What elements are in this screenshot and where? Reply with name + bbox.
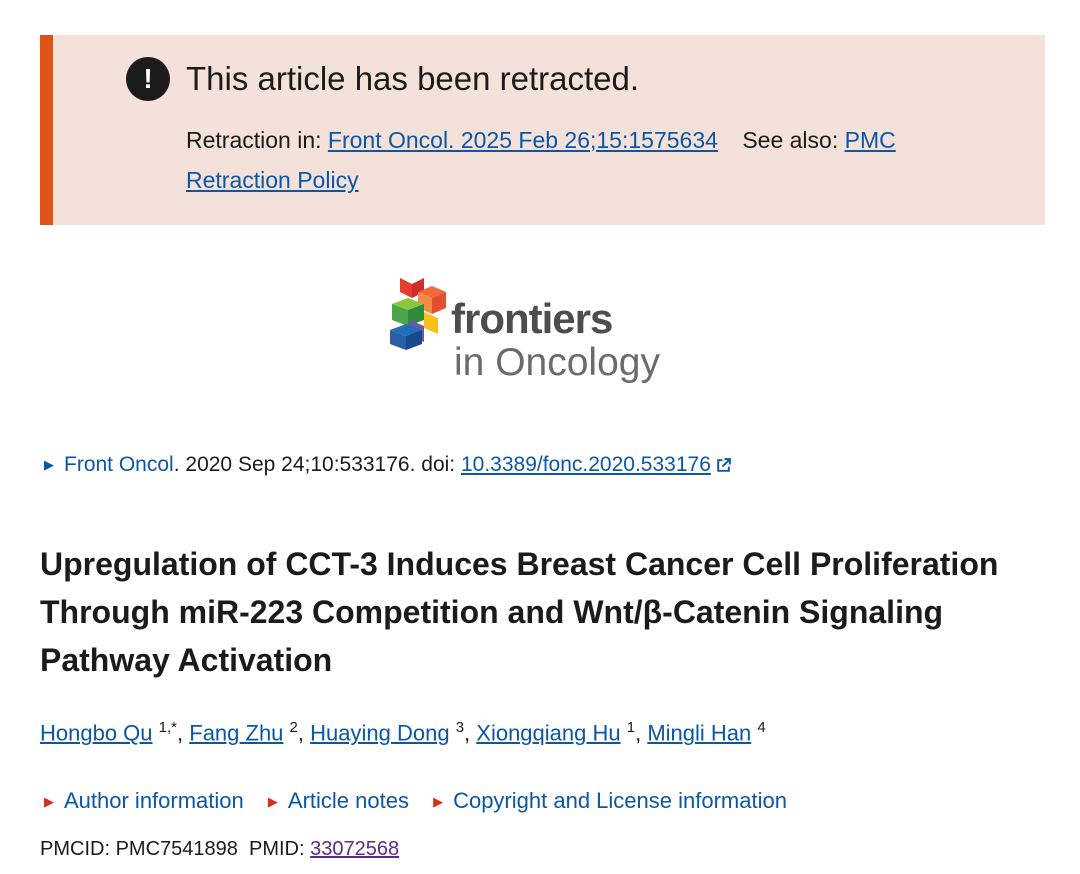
pmid-label: PMID: [249, 838, 305, 860]
retraction-banner: ! This article has been retracted. Retra… [40, 35, 1045, 225]
pmc-retraction-policy-link-cont[interactable]: Retraction Policy [186, 167, 359, 193]
logo-oncology: in Oncology [454, 341, 660, 384]
affiliation-marker: 1,* [158, 719, 178, 736]
author-link[interactable]: Mingli Han [647, 720, 751, 745]
expand-triangle-icon: ▶ [433, 794, 444, 809]
affiliation-marker: 1 [626, 719, 636, 736]
logo-frontiers: frontiers [451, 295, 613, 342]
pmcid-label: PMCID: [40, 838, 110, 860]
expand-triangle-icon[interactable]: ▶ [44, 457, 54, 472]
journal-link[interactable]: Front Oncol [64, 453, 174, 476]
author-list: Hongbo Qu 1,*, Fang Zhu 2, Huaying Dong … [40, 719, 766, 746]
author-link[interactable]: Huaying Dong [310, 720, 449, 745]
exclamation-icon: ! [126, 57, 170, 101]
copyright-license-toggle[interactable]: ▶ Copyright and License information [433, 786, 787, 819]
retraction-notice-link[interactable]: Front Oncol. 2025 Feb 26;15:1575634 [328, 127, 718, 153]
article-ids: PMCID: PMC7541898 PMID: 33072568 [40, 834, 399, 864]
frontiers-cubes-icon [390, 278, 446, 350]
pmid-link[interactable]: 33072568 [310, 838, 399, 860]
external-link-icon[interactable] [715, 457, 732, 474]
expand-triangle-icon: ▶ [44, 794, 54, 809]
author-link[interactable]: Hongbo Qu [40, 720, 153, 745]
article-notes-toggle[interactable]: ▶ Article notes [268, 786, 409, 819]
retraction-notice: Retraction in: Front Oncol. 2025 Feb 26;… [186, 124, 896, 156]
affiliation-marker: 2 [289, 719, 298, 736]
affiliation-marker: 4 [757, 719, 766, 736]
pmc-retraction-policy-link[interactable]: PMC [845, 127, 896, 153]
pmcid-value: PMC7541898 [115, 838, 238, 860]
retraction-label: Retraction in: [186, 127, 322, 153]
author-link[interactable]: Xiongqiang Hu [476, 720, 620, 745]
journal-logo[interactable]: frontiers in Oncology [388, 275, 698, 390]
citation-line: ▶ Front Oncol. 2020 Sep 24;10:533176. doi… [44, 450, 732, 482]
article-info-toggles: ▶ Author information ▶ Article notes ▶ Copy… [44, 786, 805, 819]
author-link[interactable]: Fang Zhu [189, 720, 283, 745]
affiliation-marker: 3 [455, 719, 465, 736]
retraction-title: This article has been retracted. [186, 60, 640, 97]
author-information-toggle[interactable]: ▶ Author information [44, 786, 244, 819]
article-title: Upregulation of CCT-3 Induces Breast Can… [40, 546, 999, 678]
doi-link[interactable]: 10.3389/fonc.2020.533176 [461, 453, 711, 476]
expand-triangle-icon: ▶ [267, 794, 278, 809]
citation-details: . 2020 Sep 24;10:533176. doi: [173, 453, 461, 476]
see-also-label: See also: [742, 127, 839, 153]
